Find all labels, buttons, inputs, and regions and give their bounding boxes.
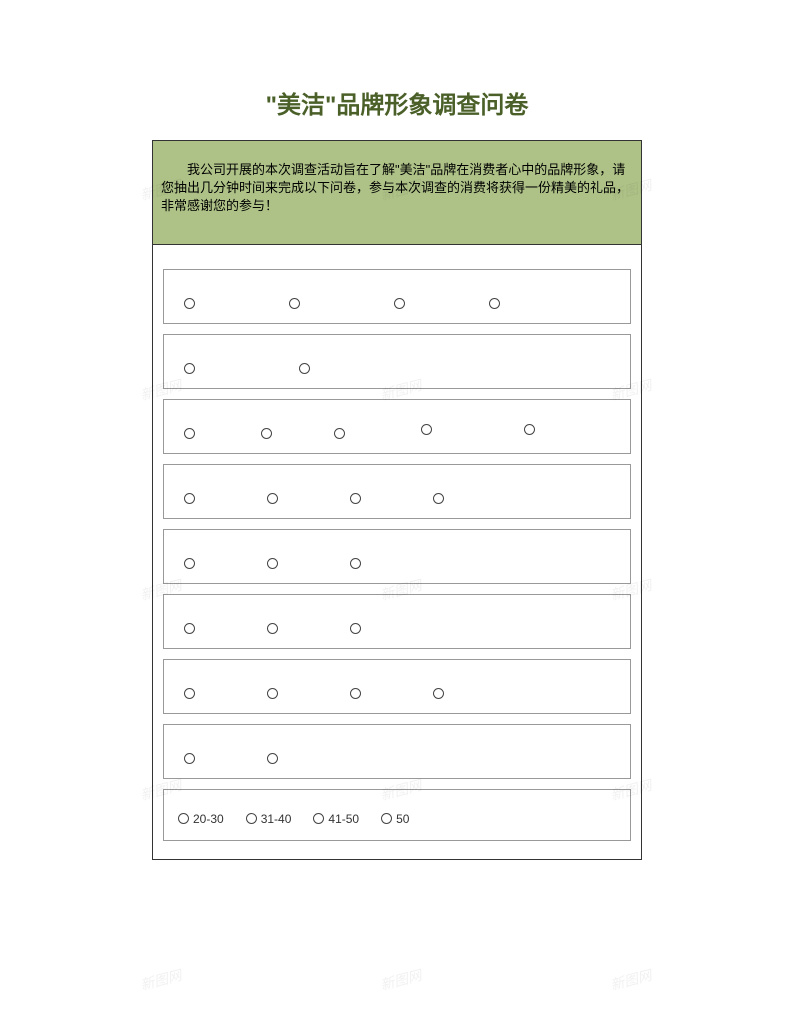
radio-option[interactable] xyxy=(394,298,409,309)
radio-option[interactable]: 20-30 xyxy=(178,812,224,826)
radio-icon xyxy=(381,813,392,824)
radio-option[interactable] xyxy=(433,493,448,504)
radio-icon xyxy=(350,493,361,504)
radio-icon xyxy=(178,813,189,824)
radio-option[interactable] xyxy=(184,428,199,439)
radio-label: 31-40 xyxy=(261,812,292,826)
radio-icon xyxy=(524,424,535,435)
radio-icon xyxy=(184,623,195,634)
radio-label: 20-30 xyxy=(193,812,224,826)
question-block: 20-30 31-40 41-50 50 xyxy=(163,789,631,841)
radio-option[interactable] xyxy=(489,298,504,309)
question-block xyxy=(163,269,631,324)
radio-option[interactable]: 50 xyxy=(381,812,409,826)
radio-option[interactable] xyxy=(524,424,539,435)
radio-option[interactable]: 31-40 xyxy=(246,812,292,826)
radio-icon xyxy=(394,298,405,309)
radio-option[interactable] xyxy=(267,623,282,634)
radio-icon xyxy=(350,688,361,699)
radio-icon xyxy=(184,493,195,504)
radio-option[interactable] xyxy=(267,493,282,504)
question-block xyxy=(163,724,631,779)
survey-container: 我公司开展的本次调查活动旨在了解"美洁"品牌在消费者心中的品牌形象，请您抽出几分… xyxy=(152,140,642,860)
radio-icon xyxy=(267,688,278,699)
page-title: "美洁"品牌形象调查问卷 xyxy=(0,0,794,140)
question-block xyxy=(163,464,631,519)
radio-icon xyxy=(267,558,278,569)
radio-icon xyxy=(184,428,195,439)
radio-option[interactable] xyxy=(350,558,365,569)
radio-icon xyxy=(267,753,278,764)
intro-text: 我公司开展的本次调查活动旨在了解"美洁"品牌在消费者心中的品牌形象，请您抽出几分… xyxy=(153,141,641,245)
radio-option[interactable] xyxy=(421,424,436,435)
radio-option[interactable] xyxy=(184,688,199,699)
radio-option[interactable] xyxy=(267,558,282,569)
radio-icon xyxy=(334,428,345,439)
radio-option[interactable] xyxy=(350,493,365,504)
radio-icon xyxy=(433,688,444,699)
radio-option[interactable] xyxy=(184,623,199,634)
radio-option[interactable] xyxy=(267,688,282,699)
radio-option[interactable] xyxy=(184,558,199,569)
question-block xyxy=(163,399,631,454)
radio-option[interactable] xyxy=(350,688,365,699)
radio-option[interactable] xyxy=(350,623,365,634)
radio-icon xyxy=(489,298,500,309)
question-block xyxy=(163,659,631,714)
radio-icon xyxy=(184,298,195,309)
questions-area: 20-30 31-40 41-50 50 xyxy=(153,245,641,859)
watermark: 新图网 xyxy=(608,965,654,995)
question-block xyxy=(163,529,631,584)
radio-icon xyxy=(289,298,300,309)
radio-icon xyxy=(184,753,195,764)
radio-icon xyxy=(267,493,278,504)
radio-icon xyxy=(421,424,432,435)
radio-label: 41-50 xyxy=(328,812,359,826)
radio-icon xyxy=(184,688,195,699)
radio-option[interactable] xyxy=(267,753,282,764)
radio-icon xyxy=(350,623,361,634)
watermark: 新图网 xyxy=(378,965,424,995)
radio-icon xyxy=(246,813,257,824)
radio-icon xyxy=(350,558,361,569)
radio-icon xyxy=(184,363,195,374)
radio-icon xyxy=(313,813,324,824)
radio-option[interactable]: 41-50 xyxy=(313,812,359,826)
question-block xyxy=(163,334,631,389)
radio-option[interactable] xyxy=(334,428,349,439)
radio-option[interactable] xyxy=(184,298,199,309)
radio-icon xyxy=(267,623,278,634)
radio-option[interactable] xyxy=(184,493,199,504)
radio-option[interactable] xyxy=(184,363,199,374)
radio-icon xyxy=(433,493,444,504)
radio-option[interactable] xyxy=(299,363,314,374)
watermark: 新图网 xyxy=(138,965,184,995)
radio-icon xyxy=(184,558,195,569)
question-block xyxy=(163,594,631,649)
radio-option[interactable] xyxy=(289,298,304,309)
radio-label: 50 xyxy=(396,812,409,826)
radio-icon xyxy=(299,363,310,374)
radio-option[interactable] xyxy=(261,428,276,439)
radio-option[interactable] xyxy=(184,753,199,764)
radio-icon xyxy=(261,428,272,439)
radio-option[interactable] xyxy=(433,688,448,699)
